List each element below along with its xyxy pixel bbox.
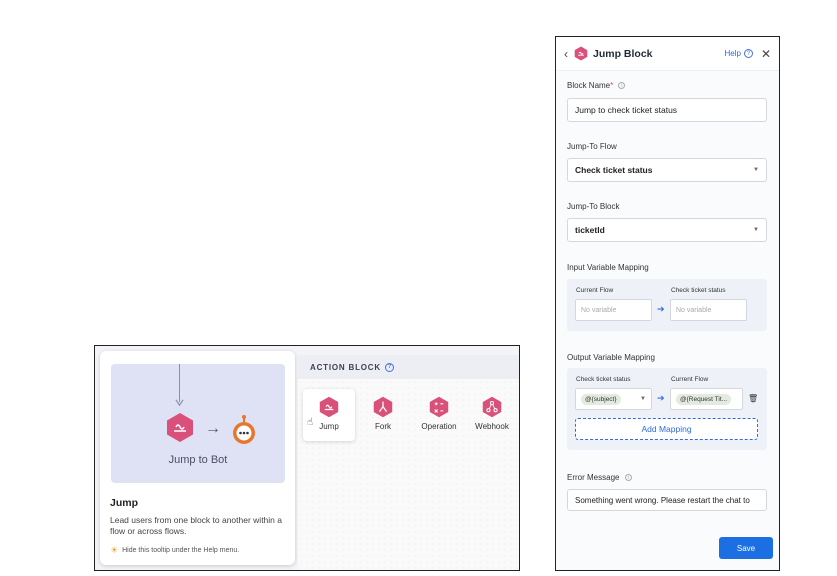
caret-down-icon: ▼ [640, 396, 646, 402]
action-webhook[interactable]: Webhook [464, 389, 519, 441]
info-icon[interactable]: i [618, 82, 626, 90]
info-icon[interactable]: i [624, 474, 632, 482]
bot-icon [233, 415, 255, 444]
jump-block-icon [167, 413, 193, 442]
help-link[interactable]: Help ? [724, 49, 753, 58]
variable-chip: @{Request Tit... [676, 393, 732, 405]
tooltip-description: Lead users from one block to another wit… [110, 515, 282, 536]
input-mapping-label: Input Variable Mapping [567, 263, 649, 272]
help-link-label: Help [724, 49, 741, 58]
error-message-label-text: Error Message [567, 473, 620, 482]
tooltip-hint: ☀ Hide this tooltip under the Help menu. [110, 545, 239, 556]
output-mapping-box: Check ticket status Current Flow @{subje… [567, 368, 767, 450]
action-block-header: ACTION BLOCK ? [298, 355, 519, 379]
hand-cursor-icon: ☝ [307, 417, 314, 428]
jump-to-block-label: Jump-To Block [567, 202, 620, 211]
operation-icon [429, 396, 449, 418]
required-marker: * [610, 81, 614, 90]
tooltip-illustration: → Jump to Bot [111, 364, 285, 483]
input-right-col-label: Check ticket status [671, 287, 726, 294]
action-webhook-label: Webhook [475, 422, 509, 431]
input-right-variable[interactable]: No variable [670, 299, 747, 321]
input-left-col-label: Current Flow [576, 287, 614, 294]
arrow-right-icon: → [205, 420, 221, 437]
illustration-caption: Jump to Bot [168, 454, 228, 466]
error-message-input[interactable]: Something went wrong. Please restart the… [567, 489, 767, 511]
lightbulb-icon: ☀ [110, 545, 119, 555]
caret-down-icon: ▼ [753, 167, 759, 173]
help-icon: ? [743, 49, 753, 58]
output-right-col-label: Current Flow [671, 376, 709, 383]
jump-block-icon [574, 46, 588, 61]
output-right-variable[interactable]: @{Request Tit... [670, 388, 743, 410]
error-message-label: Error Message i [567, 473, 632, 482]
webhook-icon [482, 396, 502, 418]
builder-screenshot: → Jump to Bot Jump Lead users from one b… [94, 345, 520, 571]
connector-line [179, 364, 180, 402]
block-name-input[interactable]: Jump to check ticket status [567, 98, 767, 122]
output-mapping-label: Output Variable Mapping [567, 353, 655, 362]
variable-chip: @{subject} [581, 393, 621, 405]
action-jump-label: Jump [319, 422, 339, 431]
caret-down-icon: ▼ [753, 227, 759, 233]
trash-icon[interactable]: 🗑 [748, 394, 758, 403]
jump-to-block-value: ticketId [575, 225, 605, 235]
jump-to-flow-select[interactable]: Check ticket status ▼ [567, 158, 767, 182]
action-fork-label: Fork [375, 422, 391, 431]
arrow-right-icon: ➔ [657, 393, 665, 403]
chevron-left-icon[interactable]: ‹ [564, 47, 568, 61]
block-name-value: Jump to check ticket status [575, 105, 678, 115]
panel-header: ‹ Jump Block Help ? ✕ [556, 37, 779, 71]
action-block-title: ACTION BLOCK [310, 362, 381, 372]
output-left-variable[interactable]: @{subject} ▼ [575, 388, 652, 410]
fork-icon [373, 396, 393, 418]
panel-body: Block Name* i Jump to check ticket statu… [556, 71, 779, 570]
jump-tooltip: → Jump to Bot Jump Lead users from one b… [100, 351, 295, 565]
output-left-col-label: Check ticket status [576, 376, 631, 383]
arrow-down-icon [175, 399, 184, 407]
jump-to-flow-label: Jump-To Flow [567, 142, 617, 151]
input-left-placeholder: No variable [581, 306, 617, 314]
save-button[interactable]: Save [719, 537, 773, 559]
action-fork[interactable]: Fork [357, 389, 409, 441]
action-operation-label: Operation [421, 422, 457, 431]
panel-title: Jump Block [593, 47, 653, 60]
input-mapping-box: Current Flow Check ticket status No vari… [567, 279, 767, 331]
input-right-placeholder: No variable [676, 306, 712, 314]
help-icon[interactable]: ? [384, 362, 394, 372]
jump-block-panel: ‹ Jump Block Help ? ✕ Block Name* i Jump… [555, 36, 780, 571]
jump-to-flow-value: Check ticket status [575, 165, 653, 175]
jump-to-block-select[interactable]: ticketId ▼ [567, 218, 767, 242]
action-operation[interactable]: Operation [409, 389, 469, 441]
block-name-label: Block Name* i [567, 81, 626, 90]
jump-icon [319, 396, 339, 418]
error-message-value: Something went wrong. Please restart the… [575, 495, 750, 505]
tooltip-hint-text: Hide this tooltip under the Help menu. [122, 547, 240, 554]
arrow-right-icon: ➔ [657, 304, 665, 314]
block-name-label-text: Block Name [567, 81, 611, 90]
close-icon[interactable]: ✕ [761, 47, 771, 61]
tooltip-title: Jump [110, 497, 139, 509]
input-left-variable[interactable]: No variable [575, 299, 652, 321]
action-palette: Jump ☝ Fork Operation Webhook [298, 379, 519, 570]
add-mapping-button[interactable]: Add Mapping [575, 418, 758, 440]
action-jump[interactable]: Jump ☝ [303, 389, 355, 441]
